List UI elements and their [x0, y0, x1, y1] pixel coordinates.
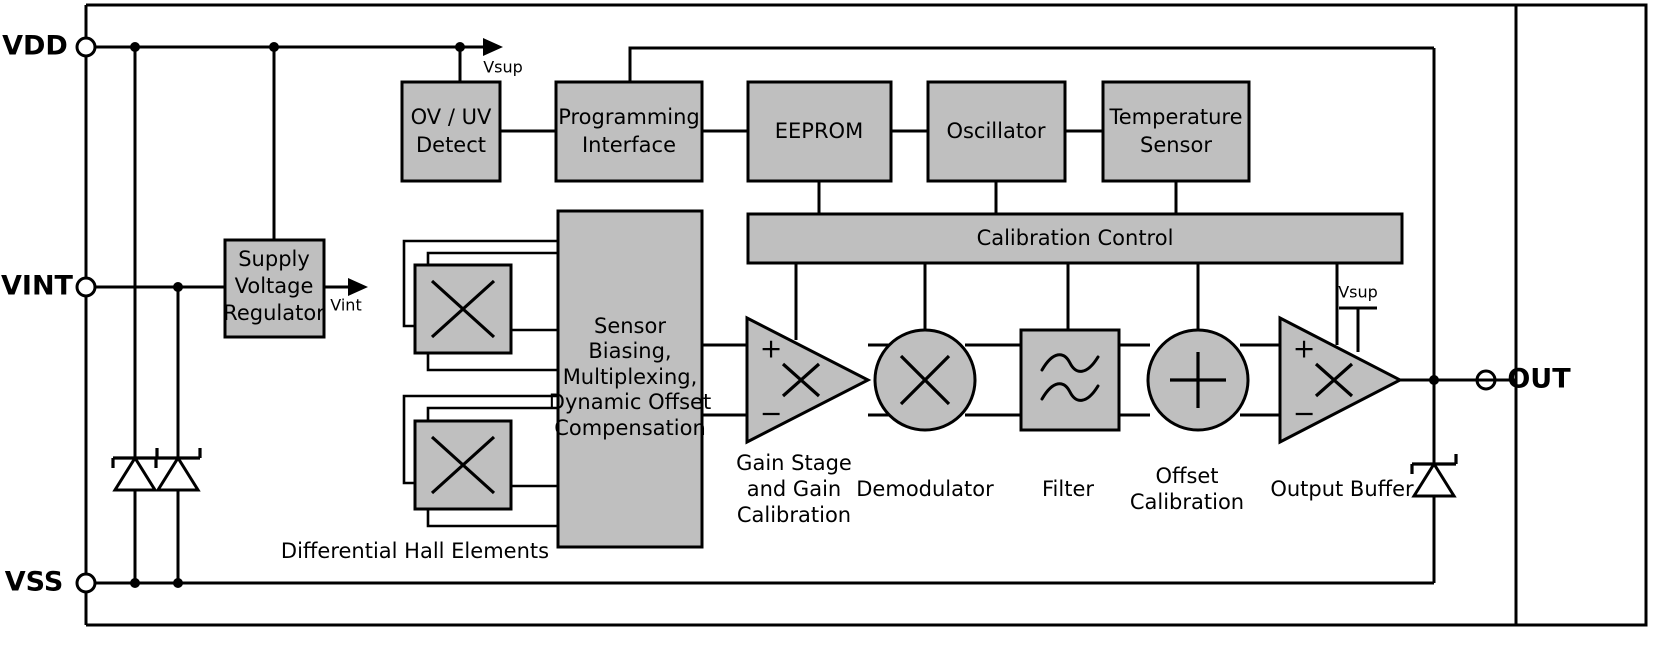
net-label-vsup: Vsup: [483, 58, 523, 77]
pin-label-out: OUT: [1507, 364, 1571, 395]
output-buffer-plus-sign: +: [1293, 334, 1316, 365]
junction-dot: [269, 42, 279, 52]
caption-gain-stage: and Gain: [747, 477, 841, 501]
net-label-vsup-buffer: Vsup: [1338, 283, 1378, 302]
label-programming-interface: Interface: [582, 133, 676, 157]
net-label-vint-out: Vint: [330, 296, 361, 315]
caption-filter: Filter: [1042, 477, 1094, 501]
pin-label-vdd: VDD: [2, 31, 68, 62]
junction-dot: [173, 282, 183, 292]
label-sensor-biasing: Biasing,: [588, 339, 671, 363]
label-sensor-biasing: Compensation: [554, 416, 706, 440]
caption-output-buffer: Output Buffer: [1270, 477, 1414, 501]
hall-bottom-route-bottom: [426, 508, 558, 528]
label-eeprom: EEPROM: [775, 119, 863, 143]
junction-dot: [130, 578, 140, 588]
junction-dot: [1429, 375, 1439, 385]
caption-gain-stage: Calibration: [737, 503, 851, 527]
hall-top-route-bottom: [426, 352, 558, 372]
label-supply-voltage-regulator: Regulator: [223, 301, 325, 325]
label-ov-uv-detect: Detect: [416, 133, 486, 157]
caption-demodulator: Demodulator: [856, 477, 994, 501]
block-temperature-sensor[interactable]: [1101, 80, 1251, 183]
label-sensor-biasing: Sensor: [594, 314, 666, 338]
pin-label-vss: VSS: [5, 567, 64, 598]
block-filter[interactable]: [1019, 328, 1121, 432]
label-supply-voltage-regulator: Voltage: [235, 274, 314, 298]
label-sensor-biasing: Multiplexing,: [563, 365, 698, 389]
label-sensor-biasing: Dynamic Offset: [549, 390, 711, 414]
terminal-vint[interactable]: [75, 276, 97, 298]
label-programming-interface: Programming: [558, 105, 700, 129]
label-ov-uv-detect: OV / UV: [411, 105, 492, 129]
schematic-svg: + − + − VDD VINT VSS OUT Vsup Vint Vsup …: [1, 3, 1648, 627]
block-programming-interface[interactable]: [554, 80, 704, 183]
vsup-arrow-head: [483, 38, 503, 56]
label-calibration-control: Calibration Control: [977, 226, 1174, 250]
junction-dot: [130, 42, 140, 52]
label-oscillator: Oscillator: [946, 119, 1045, 143]
label-supply-voltage-regulator: Supply: [238, 247, 310, 271]
output-buffer-minus-sign: −: [1293, 399, 1316, 430]
label-temperature-sensor: Temperature: [1108, 105, 1242, 129]
label-temperature-sensor: Sensor: [1140, 133, 1212, 157]
vint-arrow-head: [348, 278, 368, 296]
wire-progif-to-out-bus: [628, 46, 1434, 82]
caption-offset-calibration: Offset: [1155, 464, 1218, 488]
junction-dot: [173, 578, 183, 588]
terminal-vdd[interactable]: [75, 36, 97, 58]
terminal-vss[interactable]: [75, 572, 97, 594]
gain-stage-minus-sign: −: [760, 399, 783, 430]
caption-offset-calibration: Calibration: [1130, 490, 1244, 514]
block-diagram-canvas: + − + − VDD VINT VSS OUT Vsup Vint Vsup …: [0, 0, 1655, 655]
gain-stage-plus-sign: +: [760, 334, 783, 365]
caption-gain-stage: Gain Stage: [736, 451, 852, 475]
caption-hall-elements: Differential Hall Elements: [281, 539, 549, 563]
pin-label-vint: VINT: [1, 271, 74, 302]
block-ov-uv-detect[interactable]: [400, 80, 502, 183]
